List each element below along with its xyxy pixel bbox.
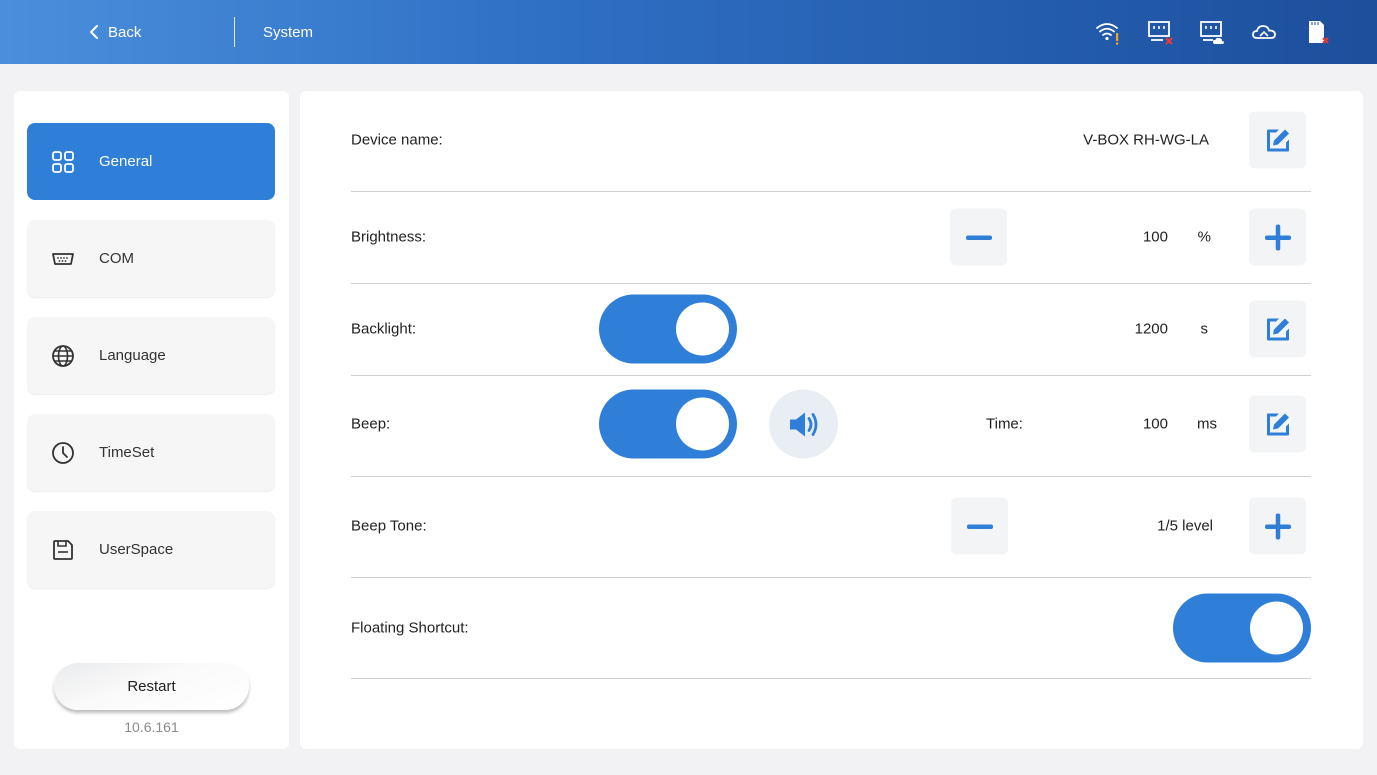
sidebar-item-label: COM	[99, 250, 134, 267]
sidebar: General COM Language TimeSet UserSpace R…	[14, 91, 289, 749]
floating-shortcut-label: Floating Shortcut:	[351, 619, 469, 637]
wifi-warning-icon[interactable]	[1093, 17, 1123, 47]
back-label: Back	[108, 23, 142, 41]
brightness-label: Brightness:	[351, 228, 427, 246]
edit-device-name-button[interactable]	[1249, 111, 1306, 169]
page-title: System	[263, 23, 314, 41]
backlight-row: Backlight: 1200 s	[351, 284, 1311, 376]
floating-shortcut-toggle[interactable]	[1173, 593, 1311, 663]
edit-backlight-button[interactable]	[1249, 300, 1306, 358]
brightness-row: Brightness: 100 %	[351, 192, 1311, 284]
beep-tone-row: Beep Tone: 1/5 level	[351, 477, 1311, 578]
backlight-toggle[interactable]	[599, 294, 737, 364]
sidebar-item-label: UserSpace	[99, 541, 174, 558]
beep-time-value: 100	[1142, 415, 1168, 433]
cloud-icon[interactable]	[1249, 17, 1279, 47]
backlight-value: 1200	[1134, 320, 1168, 338]
lan-cloud-icon[interactable]	[1197, 17, 1227, 47]
edit-beep-time-button[interactable]	[1249, 395, 1306, 453]
globe-icon	[51, 344, 75, 368]
toggle-knob	[676, 397, 729, 451]
toggle-knob	[1250, 601, 1303, 655]
edit-icon	[1266, 318, 1289, 340]
sidebar-item-label: Language	[99, 347, 166, 364]
top-bar: Back System	[0, 0, 1377, 64]
backlight-unit: s	[1200, 320, 1209, 338]
beep-row: Beep: Time: 100 ms	[351, 376, 1311, 477]
minus-icon	[965, 235, 992, 240]
minus-icon	[966, 524, 993, 529]
settings-panel: Device name: V-BOX RH-WG-LA Brightness: …	[300, 91, 1363, 749]
status-bar	[1093, 0, 1331, 64]
sidebar-item-userspace[interactable]: UserSpace	[27, 511, 275, 588]
beep-time-unit: ms	[1197, 415, 1217, 433]
lan-disconnected-icon[interactable]	[1145, 17, 1175, 47]
device-name-row: Device name: V-BOX RH-WG-LA	[351, 91, 1311, 192]
device-name-label: Device name:	[351, 131, 443, 149]
edit-icon	[1266, 129, 1289, 151]
sidebar-item-label: TimeSet	[99, 444, 155, 461]
beep-tone-decrease-button[interactable]	[951, 497, 1008, 555]
beep-time-label: Time:	[986, 415, 1023, 433]
sidebar-item-timeset[interactable]: TimeSet	[27, 414, 275, 491]
speaker-icon	[789, 412, 817, 436]
header-divider	[234, 17, 235, 47]
plus-icon	[1264, 224, 1291, 250]
toggle-knob	[676, 302, 729, 356]
sd-card-missing-icon[interactable]	[1301, 17, 1331, 47]
beep-tone-increase-button[interactable]	[1249, 497, 1306, 555]
back-button[interactable]: Back	[88, 0, 141, 64]
beep-tone-value: 1/5 level	[1157, 517, 1213, 535]
grid-icon	[51, 150, 75, 174]
sidebar-item-com[interactable]: COM	[27, 220, 275, 297]
save-icon	[51, 538, 75, 562]
brightness-unit: %	[1197, 228, 1211, 246]
plus-icon	[1264, 513, 1291, 539]
brightness-decrease-button[interactable]	[950, 208, 1007, 266]
floating-shortcut-row: Floating Shortcut:	[351, 578, 1311, 679]
sidebar-item-general[interactable]: General	[27, 123, 275, 200]
brightness-value: 100	[1142, 228, 1168, 246]
sidebar-item-language[interactable]: Language	[27, 317, 275, 394]
version-label: 10.6.161	[124, 719, 179, 735]
clock-icon	[51, 441, 75, 465]
backlight-label: Backlight:	[351, 320, 417, 338]
edit-icon	[1266, 413, 1289, 435]
beep-toggle[interactable]	[599, 389, 737, 459]
device-name-value: V-BOX RH-WG-LA	[1083, 131, 1209, 149]
restart-button[interactable]: Restart	[54, 662, 249, 710]
serial-port-icon	[51, 247, 75, 271]
chevron-left-icon	[90, 25, 98, 39]
beep-label: Beep:	[351, 415, 391, 433]
beep-tone-label: Beep Tone:	[351, 517, 427, 535]
brightness-increase-button[interactable]	[1249, 208, 1306, 266]
sidebar-item-label: General	[99, 153, 153, 170]
beep-test-button[interactable]	[769, 389, 838, 459]
